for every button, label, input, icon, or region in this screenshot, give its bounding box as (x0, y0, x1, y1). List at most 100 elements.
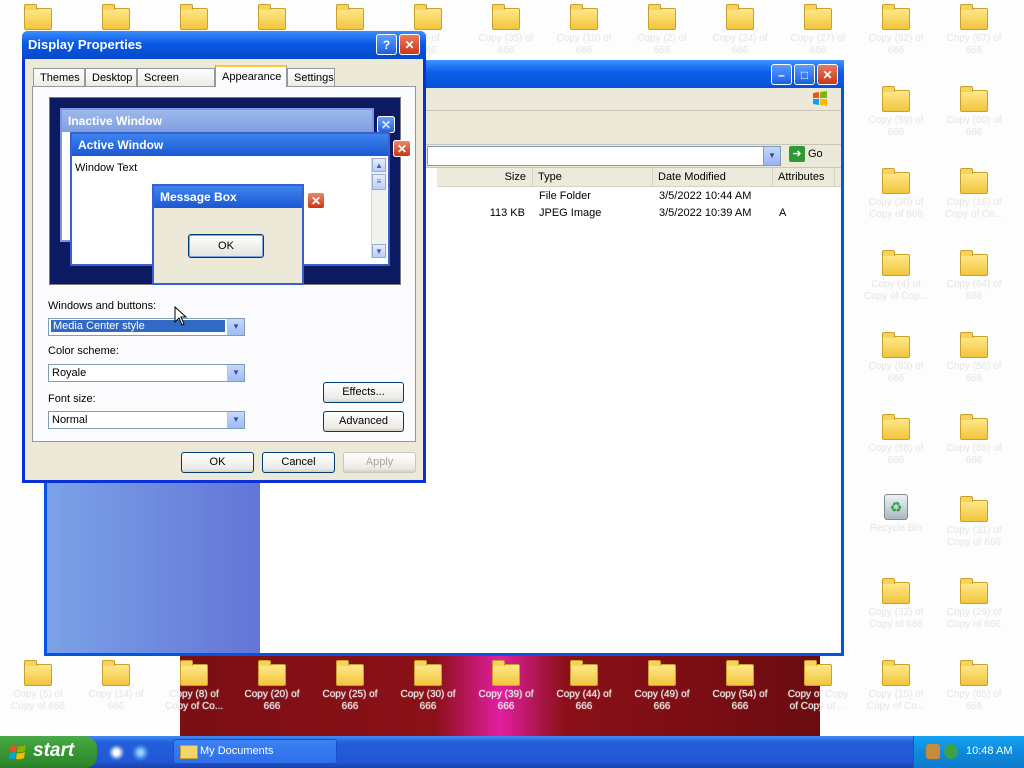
desktop-folder[interactable]: Copy (29) of Copy of 666 (939, 578, 1009, 631)
folder-icon (726, 660, 754, 686)
desktop-folder[interactable]: Copy (63) of 666 (861, 332, 931, 385)
file-type: File Folder (539, 190, 591, 202)
file-row[interactable]: File Folder 3/5/2022 10:44 AM (437, 188, 841, 204)
chevron-down-icon[interactable]: ▼ (227, 365, 244, 381)
tab-screen-saver[interactable]: Screen Saver (137, 68, 215, 102)
desktop-folder[interactable]: Copy (65) of 666 (939, 660, 1009, 713)
desktop-folder-label: Copy (60) of 666 (946, 115, 1002, 138)
desktop-folder[interactable]: Copy (31) of Copy of 666 (939, 496, 1009, 549)
desktop-folder[interactable]: Copy (59) of 666 (861, 86, 931, 139)
desktop-folder[interactable]: Copy (44) of 666 (549, 660, 619, 713)
help-icon[interactable]: ? (376, 34, 397, 55)
desktop-folder[interactable] (3, 4, 73, 33)
desktop-folder[interactable]: Copy (32) of Copy of 666 (861, 578, 931, 631)
desktop-folder[interactable]: Copy (4) of Copy of Cop... (861, 250, 931, 303)
chevron-down-icon[interactable]: ▼ (763, 147, 780, 165)
effects-button[interactable]: Effects... (323, 382, 404, 403)
go-button[interactable]: ➜ Go (789, 146, 833, 164)
recycle-bin-icon-item[interactable]: ♻ Recycle Bin (861, 492, 931, 535)
folder-icon (24, 4, 52, 30)
folder-icon (882, 86, 910, 112)
maximize-icon[interactable]: □ (794, 64, 815, 85)
color-scheme-select[interactable]: Royale ▼ (48, 364, 245, 382)
desktop-folder[interactable]: Copy (16) of Copy of Co... (939, 168, 1009, 221)
desktop-folder[interactable]: Copy (8) of Copy of Co... (159, 660, 229, 713)
desktop-folder[interactable]: Copy (20) of 666 (237, 660, 307, 713)
start-button[interactable]: start (0, 736, 97, 768)
desktop-folder-label: Copy (30) of Copy of 666 (868, 197, 924, 220)
windows-buttons-value: Media Center style (51, 320, 225, 332)
preview-scrollbar: ▲ ≡ ▼ (371, 158, 387, 258)
desktop-folder[interactable]: Copy (27) of 666 (783, 4, 853, 57)
desktop-folder-label: Copy (15) of Copy of Co... (866, 689, 926, 712)
desktop-folder[interactable]: Copy (30) of 666 (393, 660, 463, 713)
desktop-folder[interactable]: Copy (68) of 666 (939, 414, 1009, 467)
desktop-folder[interactable] (237, 4, 307, 33)
tab-appearance[interactable]: Appearance (215, 65, 287, 87)
desktop-folder[interactable]: Copy (60) of 666 (939, 86, 1009, 139)
file-type: JPEG Image (539, 207, 602, 219)
message-box-title: Message Box (160, 190, 237, 204)
file-row[interactable]: 113 KB JPEG Image 3/5/2022 10:39 AM A (437, 205, 841, 221)
minimize-icon[interactable]: – (771, 64, 792, 85)
message-box-preview: Message Box ✕ OK (152, 184, 325, 285)
apply-button[interactable]: Apply (343, 452, 416, 473)
desktop-folder[interactable]: Copy (5) of Copy of 666 (3, 660, 73, 713)
desktop-folder[interactable]: Copy (64) of 666 (939, 250, 1009, 303)
desktop-folder[interactable]: Copy (2) of 666 (627, 4, 697, 57)
taskbar-my-documents[interactable]: My Documents (173, 739, 337, 764)
appearance-preview: Inactive Window –□✕ Active Window –□✕ Wi… (49, 97, 411, 285)
file-attr: A (779, 207, 787, 219)
desktop-folder[interactable]: Copy (24) of 666 (705, 4, 775, 57)
tray-app-icon[interactable] (926, 744, 940, 759)
desktop-folder[interactable]: Copy (39) of 666 (471, 660, 541, 713)
chevron-down-icon[interactable]: ▼ (227, 319, 244, 335)
desktop-folder[interactable]: Copy (25) of 666 (315, 660, 385, 713)
dialog-title-bar[interactable]: Display Properties ? ✕ (22, 31, 426, 59)
tab-themes[interactable]: Themes (33, 68, 85, 86)
folder-icon (882, 660, 910, 686)
desktop-folder[interactable]: Copy (56) of 666 (939, 332, 1009, 385)
desktop-folder[interactable]: Copy (15) of Copy of Co... (861, 660, 931, 713)
col-size[interactable]: Size (437, 168, 533, 186)
tray-network-icon[interactable] (944, 744, 958, 759)
cancel-button[interactable]: Cancel (262, 452, 335, 473)
desktop-folder-label: Copy (19) of 666 (556, 33, 612, 56)
desktop-folder[interactable]: Copy (62) of 666 (861, 4, 931, 57)
desktop-folder-label: Copy (2) of 666 (637, 33, 687, 56)
show-desktop-icon[interactable] (108, 744, 125, 761)
display-properties-dialog: Display Properties ? ✕ Themes Desktop Sc… (22, 31, 426, 483)
ok-button[interactable]: OK (181, 452, 254, 473)
desktop-folder[interactable]: Copy (49) of 666 (627, 660, 697, 713)
desktop-folder[interactable] (81, 4, 151, 33)
address-input[interactable]: ▼ (427, 146, 781, 166)
chevron-down-icon[interactable]: ▼ (227, 412, 244, 428)
message-box-ok-button: OK (188, 234, 264, 258)
close-icon[interactable]: ✕ (817, 64, 838, 85)
tab-desktop[interactable]: Desktop (85, 68, 137, 86)
folder-icon (960, 332, 988, 358)
col-date-modified[interactable]: Date Modified (653, 168, 773, 186)
desktop-folder-label: Copy (8) of Copy of Co... (164, 689, 224, 712)
desktop-folder[interactable]: Copy (67) of 666 (939, 4, 1009, 57)
desktop-folder[interactable] (315, 4, 385, 33)
desktop-folder[interactable]: Copy (19) of 666 (549, 4, 619, 57)
desktop-folder[interactable]: Copy of Copy of Copy of ... (783, 660, 853, 713)
desktop-folder-label: Copy (25) of 666 (322, 689, 378, 712)
desktop-folder[interactable]: Copy (14) of 666 (81, 660, 151, 713)
font-size-select[interactable]: Normal ▼ (48, 411, 245, 429)
desktop-folder[interactable]: Copy (30) of Copy of 666 (861, 168, 931, 221)
windows-buttons-select[interactable]: Media Center style ▼ (48, 318, 245, 336)
desktop-folder[interactable]: Copy (54) of 666 (705, 660, 775, 713)
desktop-folder-label: Copy (35) of 666 (478, 33, 534, 56)
desktop-folder[interactable]: Copy (68) of 666 (861, 414, 931, 467)
advanced-button[interactable]: Advanced (323, 411, 404, 432)
close-icon[interactable]: ✕ (399, 34, 420, 55)
internet-explorer-icon[interactable] (132, 744, 149, 761)
desktop-folder[interactable] (159, 4, 229, 33)
desktop-folder[interactable]: Copy (35) of 666 (471, 4, 541, 57)
col-type[interactable]: Type (533, 168, 653, 186)
tab-settings[interactable]: Settings (287, 68, 335, 86)
desktop-folder-label: Copy (62) of 666 (868, 33, 924, 56)
col-attributes[interactable]: Attributes (773, 168, 835, 186)
